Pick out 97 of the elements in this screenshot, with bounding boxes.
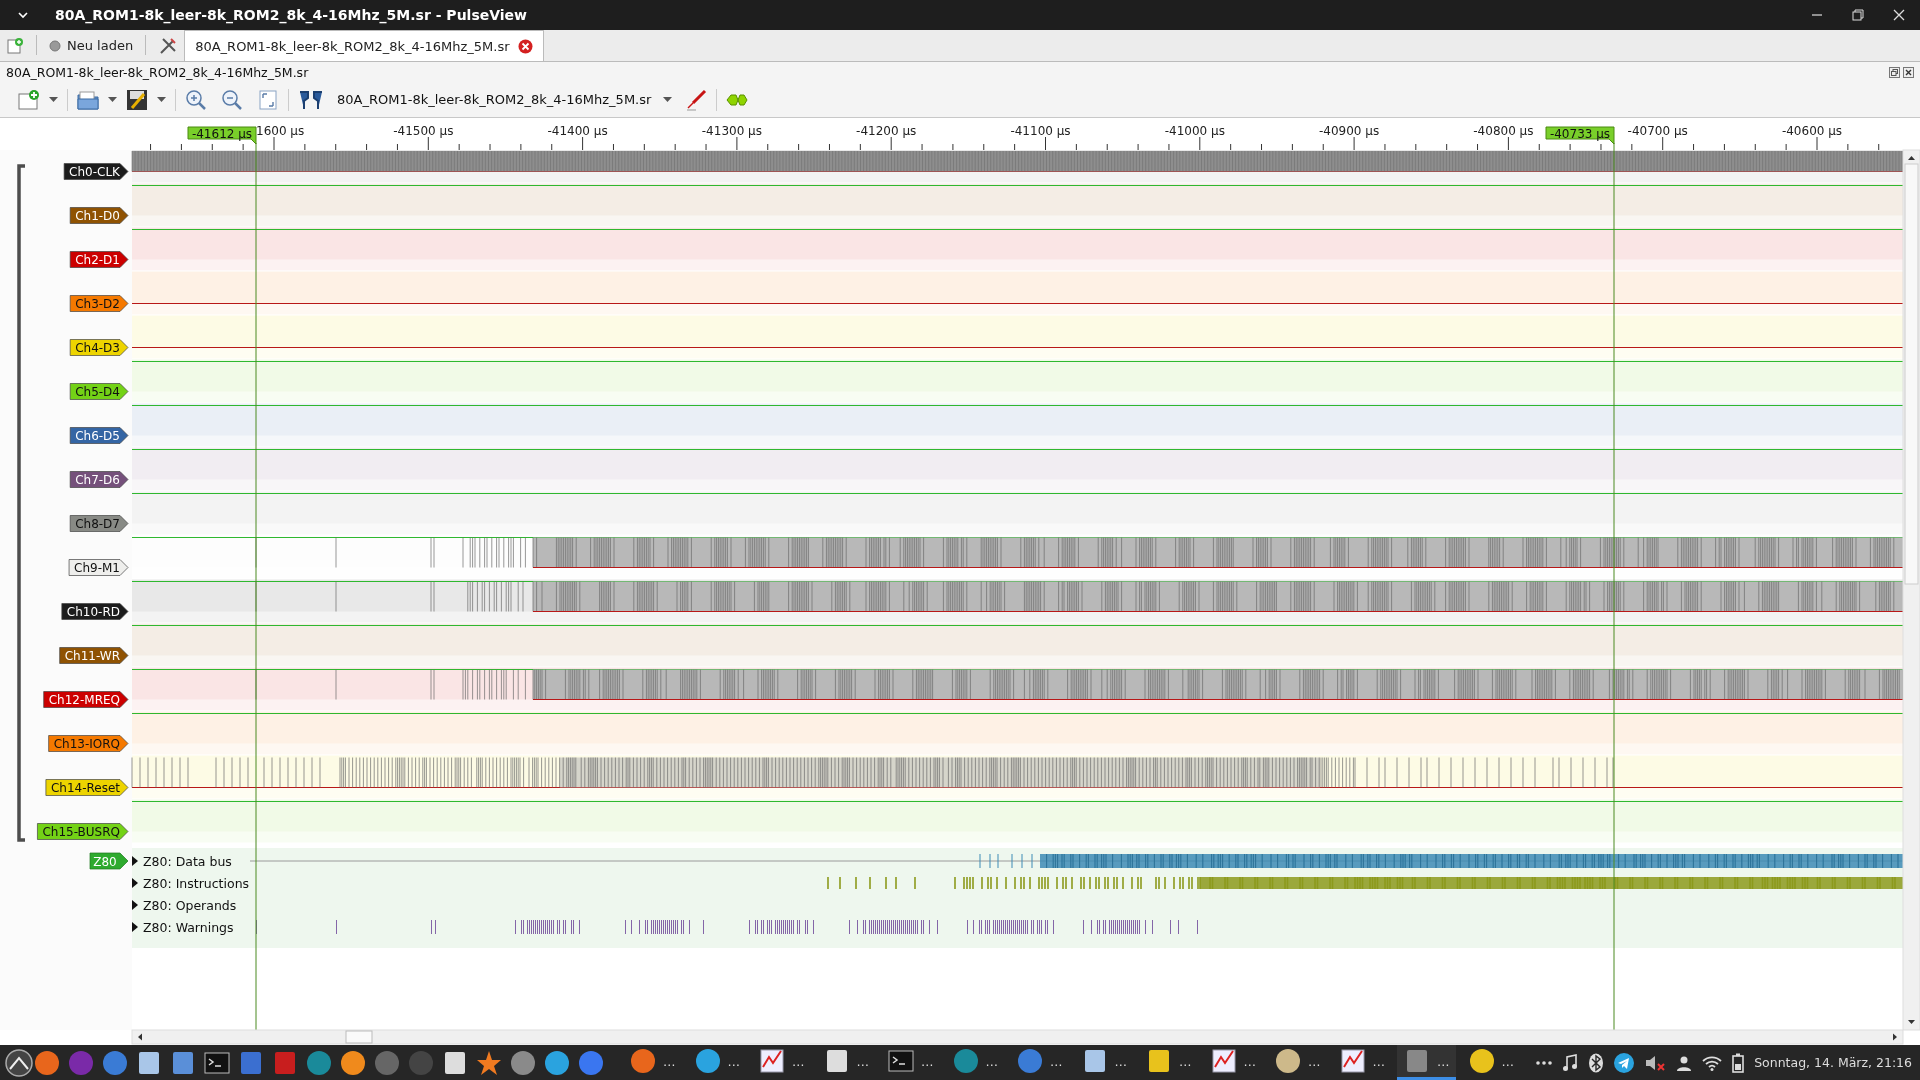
float-icon[interactable] — [1889, 66, 1900, 78]
session-title: 80A_ROM1-8k_leer-8k_ROM2_8k_4-16Mhz_5M.sr — [6, 64, 310, 80]
channel-label[interactable]: Ch0-CLK — [63, 163, 129, 180]
time-label: -41200 µs — [856, 124, 917, 138]
decoder-row-title: Z80: Warnings — [143, 919, 234, 935]
time-label: -40700 µs — [1627, 124, 1688, 138]
app-icon[interactable] — [339, 1048, 367, 1077]
caret-icon[interactable] — [663, 96, 673, 103]
channel-label[interactable]: Ch3-D2 — [69, 295, 129, 312]
close-icon[interactable] — [1903, 66, 1914, 78]
channel-label[interactable]: Ch10-RD — [61, 603, 129, 620]
paper-plane-icon[interactable] — [1614, 1052, 1635, 1073]
time-label: -41300 µs — [701, 124, 762, 138]
channel-label[interactable]: Ch7-D6 — [69, 471, 129, 488]
time-label: -40900 µs — [1319, 124, 1380, 138]
zoom-fit-icon[interactable] — [257, 88, 279, 111]
app-icon[interactable] — [693, 1047, 722, 1075]
expand-icon[interactable] — [132, 856, 138, 866]
taskbar-button[interactable]: … — [1074, 1045, 1133, 1080]
taskbar-button[interactable]: … — [1010, 1045, 1069, 1080]
caret-icon[interactable] — [108, 96, 117, 103]
chevron-icon[interactable] — [17, 11, 29, 19]
chart-icon[interactable] — [1338, 1047, 1367, 1075]
session-tab[interactable]: 80A_ROM1-8k_leer-8k_ROM2_8k_4-16Mhz_5M.sr — [184, 30, 544, 61]
taskbar-button[interactable]: … — [752, 1045, 811, 1080]
taskbar-button[interactable]: … — [623, 1045, 682, 1080]
zoom-out-icon[interactable] — [221, 88, 243, 111]
time-label: -41000 µs — [1164, 124, 1225, 138]
vertical-scrollbar[interactable] — [1902, 149, 1920, 1031]
channel-label[interactable]: Ch2-D1 — [69, 251, 129, 268]
save-icon[interactable] — [126, 88, 148, 111]
chart-icon[interactable] — [758, 1047, 786, 1075]
app-icon[interactable] — [629, 1047, 657, 1075]
expand-icon[interactable] — [132, 900, 138, 910]
taskbar-button[interactable]: … — [687, 1045, 746, 1080]
taskbar-button[interactable]: … — [945, 1045, 1004, 1080]
bluetooth-icon[interactable] — [1588, 1052, 1605, 1073]
time-label: -40600 µs — [1781, 124, 1843, 138]
channel-label[interactable]: Ch11-WR — [59, 647, 129, 664]
start-menu-icon[interactable] — [5, 1048, 33, 1077]
time-label: -40800 µs — [1473, 124, 1534, 138]
reload-button[interactable]: Neu laden — [43, 30, 140, 61]
probe-icon[interactable] — [685, 88, 708, 111]
battery-icon[interactable] — [1732, 1052, 1745, 1073]
zoom-in-icon[interactable] — [185, 88, 207, 111]
window-title: 80A_ROM1-8k_leer-8k_ROM2_8k_4-16Mhz_5M.sr - PulseView — [55, 7, 529, 23]
decoder-row-title: Z80: Operands — [143, 897, 237, 913]
music-note-icon[interactable] — [1562, 1053, 1579, 1072]
cursor-icon[interactable] — [298, 88, 324, 111]
user-icon[interactable] — [1676, 1054, 1693, 1071]
new-page-icon[interactable] — [6, 36, 24, 55]
taskbar-button[interactable]: … — [1268, 1045, 1327, 1080]
cursor-marker[interactable]: -41612 µs — [187, 126, 257, 145]
maximize-icon[interactable] — [1851, 8, 1865, 22]
channel-label[interactable]: Ch1-D0 — [69, 207, 129, 224]
circle-icon — [49, 39, 61, 52]
taskbar-button[interactable]: … — [881, 1045, 940, 1080]
time-label: 1600 µs — [256, 124, 305, 138]
more-icon[interactable] — [1536, 1059, 1553, 1066]
channel-label[interactable]: Ch5-D4 — [69, 383, 129, 400]
expand-icon[interactable] — [132, 878, 138, 888]
taskbar-button[interactable]: … — [816, 1045, 875, 1080]
taskbar-button[interactable]: … — [1139, 1045, 1198, 1080]
channel-label[interactable]: Ch9-M1 — [68, 559, 129, 576]
new-session-icon[interactable] — [18, 88, 40, 111]
cursor-marker[interactable]: -40733 µs — [1545, 126, 1615, 145]
channel-label[interactable]: Ch15-BUSRQ — [37, 823, 129, 840]
time-label: -41500 µs — [393, 124, 454, 138]
channel-label[interactable]: Ch6-D5 — [69, 427, 129, 444]
taskbar-button[interactable]: … — [1397, 1045, 1456, 1080]
channel-label[interactable]: Ch4-D3 — [69, 339, 129, 356]
channel-label[interactable]: Ch12-MREQ — [43, 691, 129, 708]
channel-label[interactable]: Ch8-D7 — [69, 515, 129, 532]
channel-label[interactable]: Ch14-Reset — [45, 779, 129, 796]
time-label: -41400 µs — [547, 124, 608, 138]
taskbar-button[interactable]: … — [1461, 1045, 1520, 1080]
decoder-row-title: Z80: Data bus — [143, 853, 232, 869]
taskbar-button[interactable]: … — [1332, 1045, 1391, 1080]
decoder-row-title: Z80: Instructions — [143, 875, 250, 891]
app-icon[interactable] — [33, 1048, 61, 1077]
channel-label[interactable]: Ch13-IORQ — [48, 735, 129, 752]
terminal-icon[interactable] — [887, 1047, 915, 1075]
decoder-icon[interactable] — [726, 92, 749, 107]
app-icon[interactable] — [1467, 1047, 1496, 1075]
chart-icon[interactable] — [1209, 1047, 1238, 1075]
device-dropdown[interactable]: 80A_ROM1-8k_leer-8k_ROM2_8k_4-16Mhz_5M.sr — [333, 90, 677, 109]
app-icon[interactable] — [543, 1048, 571, 1077]
caret-icon[interactable] — [49, 96, 58, 103]
open-folder-icon[interactable] — [77, 88, 99, 111]
expand-icon[interactable] — [132, 922, 138, 932]
time-label: -41100 µs — [1010, 124, 1071, 138]
horizontal-scrollbar[interactable] — [131, 1029, 1904, 1045]
taskbar-button[interactable]: … — [1203, 1045, 1262, 1080]
caret-icon[interactable] — [157, 96, 166, 103]
app-icon[interactable] — [1274, 1047, 1302, 1075]
wifi-icon[interactable] — [1702, 1054, 1723, 1071]
clock[interactable]: Sonntag, 14. März, 21:16 — [1754, 1055, 1912, 1070]
